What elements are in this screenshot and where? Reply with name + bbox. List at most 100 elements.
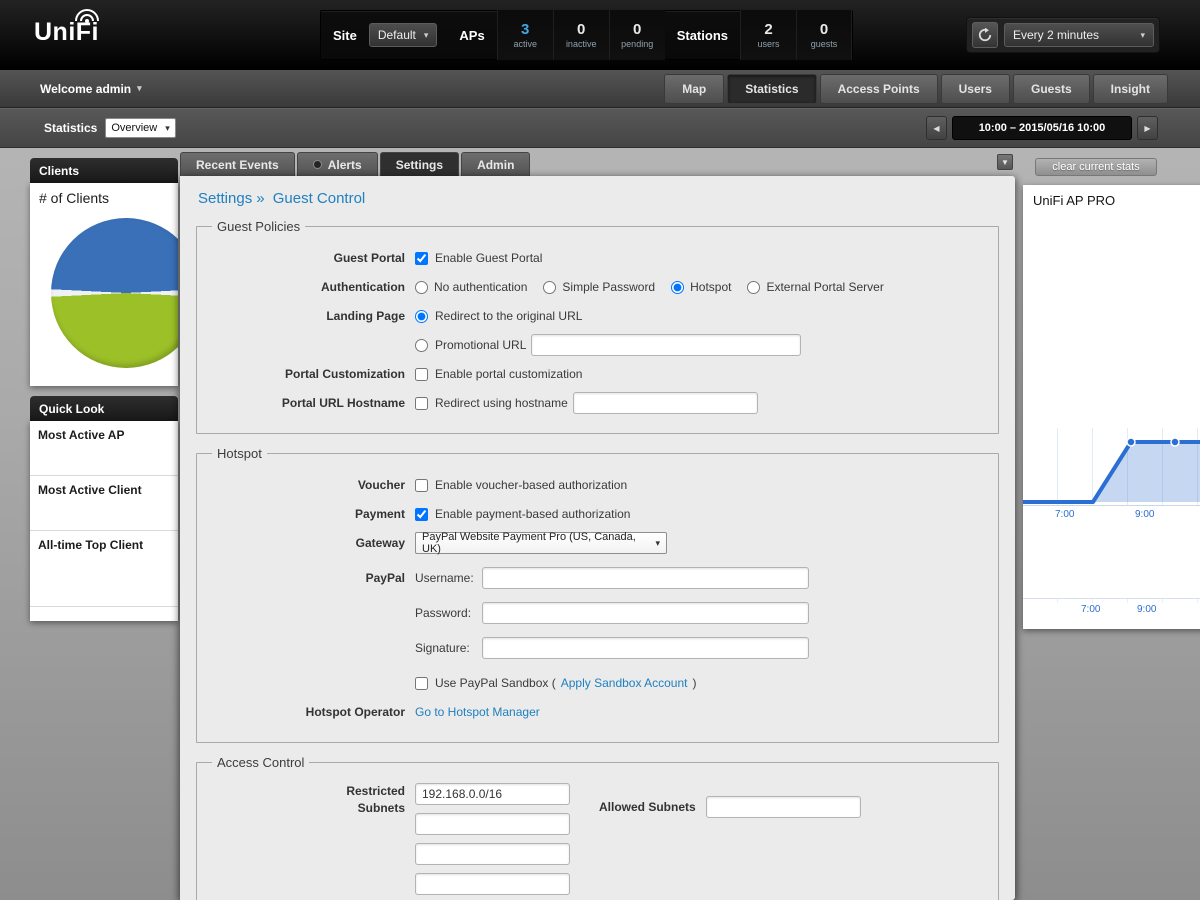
restricted-subnet-input-2[interactable] <box>415 813 570 835</box>
authentication-row: Authentication No authentication Simple … <box>209 276 986 298</box>
stat-value: 0 <box>820 21 828 38</box>
paypal-password-input[interactable] <box>482 602 809 624</box>
chevron-down-icon: ▾ <box>655 538 660 549</box>
clients-panel-body: # of Clients <box>30 183 178 386</box>
paypal-username-input[interactable] <box>482 567 809 589</box>
welcome-admin-menu[interactable]: Welcome admin ▾ <box>40 82 142 96</box>
auth-radio-simple-password[interactable] <box>543 281 556 294</box>
payment-row: Payment Enable payment-based authorizati… <box>209 503 986 525</box>
gateway-selected-value: PayPal Website Payment Pro (US, Canada, … <box>422 531 655 555</box>
welcome-text: Welcome admin <box>40 82 131 96</box>
chevron-down-icon: ▾ <box>137 83 142 94</box>
gateway-row: Gateway PayPal Website Payment Pro (US, … <box>209 532 986 554</box>
access-control-legend: Access Control <box>212 755 309 770</box>
prev-time-button[interactable]: ◀ <box>926 116 947 140</box>
view-selected-value: Overview <box>111 122 157 134</box>
aps-active-stat: 3 active <box>497 10 553 60</box>
allowed-subnet-input[interactable] <box>706 796 861 818</box>
data-point-dot <box>1127 438 1135 446</box>
tab-recent-events[interactable]: Recent Events <box>180 152 295 176</box>
landing-page-row: Landing Page Redirect to the original UR… <box>209 305 986 327</box>
tab-admin[interactable]: Admin <box>461 152 530 176</box>
hotspot-operator-row: Hotspot Operator Go to Hotspot Manager <box>209 701 986 723</box>
paypal-signature-input[interactable] <box>482 637 809 659</box>
hotspot-manager-link[interactable]: Go to Hotspot Manager <box>415 705 540 719</box>
paypal-username-row: PayPal Username: <box>209 567 986 589</box>
restricted-subnets-label: Restricted Subnets <box>209 783 415 818</box>
right-sidebar: clear current stats UniFi AP PRO 7:00 9:… <box>1023 152 1200 900</box>
portal-customization-checkbox[interactable] <box>415 368 428 381</box>
chevron-down-icon: ▾ <box>1140 30 1145 41</box>
portal-url-hostname-label: Portal URL Hostname <box>209 396 415 410</box>
statistics-title: Statistics <box>44 121 97 135</box>
stat-value: 2 <box>764 21 772 38</box>
quick-look-panel: Quick Look Most Active AP Most Active Cl… <box>30 396 178 621</box>
refresh-button[interactable] <box>972 22 998 48</box>
unifi-controller-app: UniFi Site Default ▾ APs 3 active 0 inac… <box>0 0 1200 900</box>
gateway-select[interactable]: PayPal Website Payment Pro (US, Canada, … <box>415 532 667 554</box>
guest-portal-checkbox[interactable] <box>415 252 428 265</box>
ap-traffic-chart <box>1023 428 1200 506</box>
restricted-subnets-row: Restricted Subnets <box>209 783 986 895</box>
restricted-subnet-input-3[interactable] <box>415 843 570 865</box>
guest-policies-legend: Guest Policies <box>212 219 305 234</box>
clients-panel-header: Clients <box>30 158 178 183</box>
stat-value: 3 <box>521 21 529 38</box>
quick-look-item-most-active-client: Most Active Client <box>30 476 178 531</box>
auth-radio-external-portal-server[interactable] <box>747 281 760 294</box>
sandbox-checkbox[interactable] <box>415 677 428 690</box>
clear-current-stats-button[interactable]: clear current stats <box>1035 158 1157 176</box>
top-bar: UniFi Site Default ▾ APs 3 active 0 inac… <box>0 0 1200 70</box>
tab-settings[interactable]: Settings <box>380 152 459 176</box>
nav-tab-users[interactable]: Users <box>941 74 1010 104</box>
nav-tab-insight[interactable]: Insight <box>1093 74 1168 104</box>
voucher-checkbox[interactable] <box>415 479 428 492</box>
tabs-dropdown-button[interactable]: ▼ <box>997 154 1013 170</box>
payment-checkbox[interactable] <box>415 508 428 521</box>
alerts-icon <box>313 160 322 169</box>
paypal-sandbox-row: Use PayPal Sandbox (Apply Sandbox Accoun… <box>209 672 986 694</box>
hotspot-operator-label: Hotspot Operator <box>209 705 415 719</box>
time-range-controls: ◀ 10:00 – 2015/05/16 10:00 ▶ <box>926 116 1158 140</box>
nav-tab-access-points[interactable]: Access Points <box>820 74 938 104</box>
auth-option-label: Hotspot <box>690 280 731 294</box>
promo-url-input[interactable] <box>531 334 801 356</box>
prev-icon: ◀ <box>933 124 939 133</box>
unifi-logo: UniFi <box>34 18 99 47</box>
tab-alerts[interactable]: Alerts <box>297 152 378 176</box>
breadcrumb-section[interactable]: Settings <box>198 190 252 207</box>
hotspot-fieldset: Hotspot Voucher Enable voucher-based aut… <box>196 446 999 743</box>
hostname-checkbox[interactable] <box>415 397 428 410</box>
auth-radio-no-authentication[interactable] <box>415 281 428 294</box>
promo-url-radio[interactable] <box>415 339 428 352</box>
restricted-subnet-input-1[interactable] <box>415 783 570 805</box>
stations-users-stat: 2 users <box>740 10 796 60</box>
settings-content: Settings» Guest Control Guest Policies G… <box>180 176 1015 900</box>
hotspot-legend: Hotspot <box>212 446 267 461</box>
refresh-interval-select[interactable]: Every 2 minutes ▾ <box>1004 23 1154 47</box>
site-select[interactable]: Default ▾ <box>369 23 438 47</box>
auth-radio-hotspot[interactable] <box>671 281 684 294</box>
payment-label: Payment <box>209 507 415 521</box>
nav-tab-guests[interactable]: Guests <box>1013 74 1090 104</box>
clients-panel: Clients # of Clients <box>30 158 178 386</box>
apply-sandbox-account-link[interactable]: Apply Sandbox Account <box>561 676 688 690</box>
restricted-subnet-input-4[interactable] <box>415 873 570 895</box>
gateway-label: Gateway <box>209 536 415 550</box>
next-time-button[interactable]: ▶ <box>1137 116 1158 140</box>
landing-redirect-radio[interactable] <box>415 310 428 323</box>
clients-pie-chart <box>51 218 178 368</box>
payment-checkbox-label: Enable payment-based authorization <box>435 507 630 521</box>
breadcrumb-page: Guest Control <box>273 190 366 207</box>
hostname-input[interactable] <box>573 392 758 414</box>
statistics-view-select[interactable]: Overview ▾ <box>105 118 175 138</box>
aps-inactive-stat: 0 inactive <box>553 10 609 60</box>
nav-tab-statistics[interactable]: Statistics <box>727 74 816 104</box>
ap-panel-title: UniFi AP PRO <box>1023 185 1200 208</box>
stat-name: inactive <box>566 39 597 49</box>
nav-tab-map[interactable]: Map <box>664 74 724 104</box>
tab-label: Admin <box>477 158 514 172</box>
paypal-username-label: Username: <box>415 571 477 585</box>
quick-look-header: Quick Look <box>30 396 178 421</box>
main-panel: Recent Events Alerts Settings Admin ▼ Se… <box>180 152 1015 900</box>
